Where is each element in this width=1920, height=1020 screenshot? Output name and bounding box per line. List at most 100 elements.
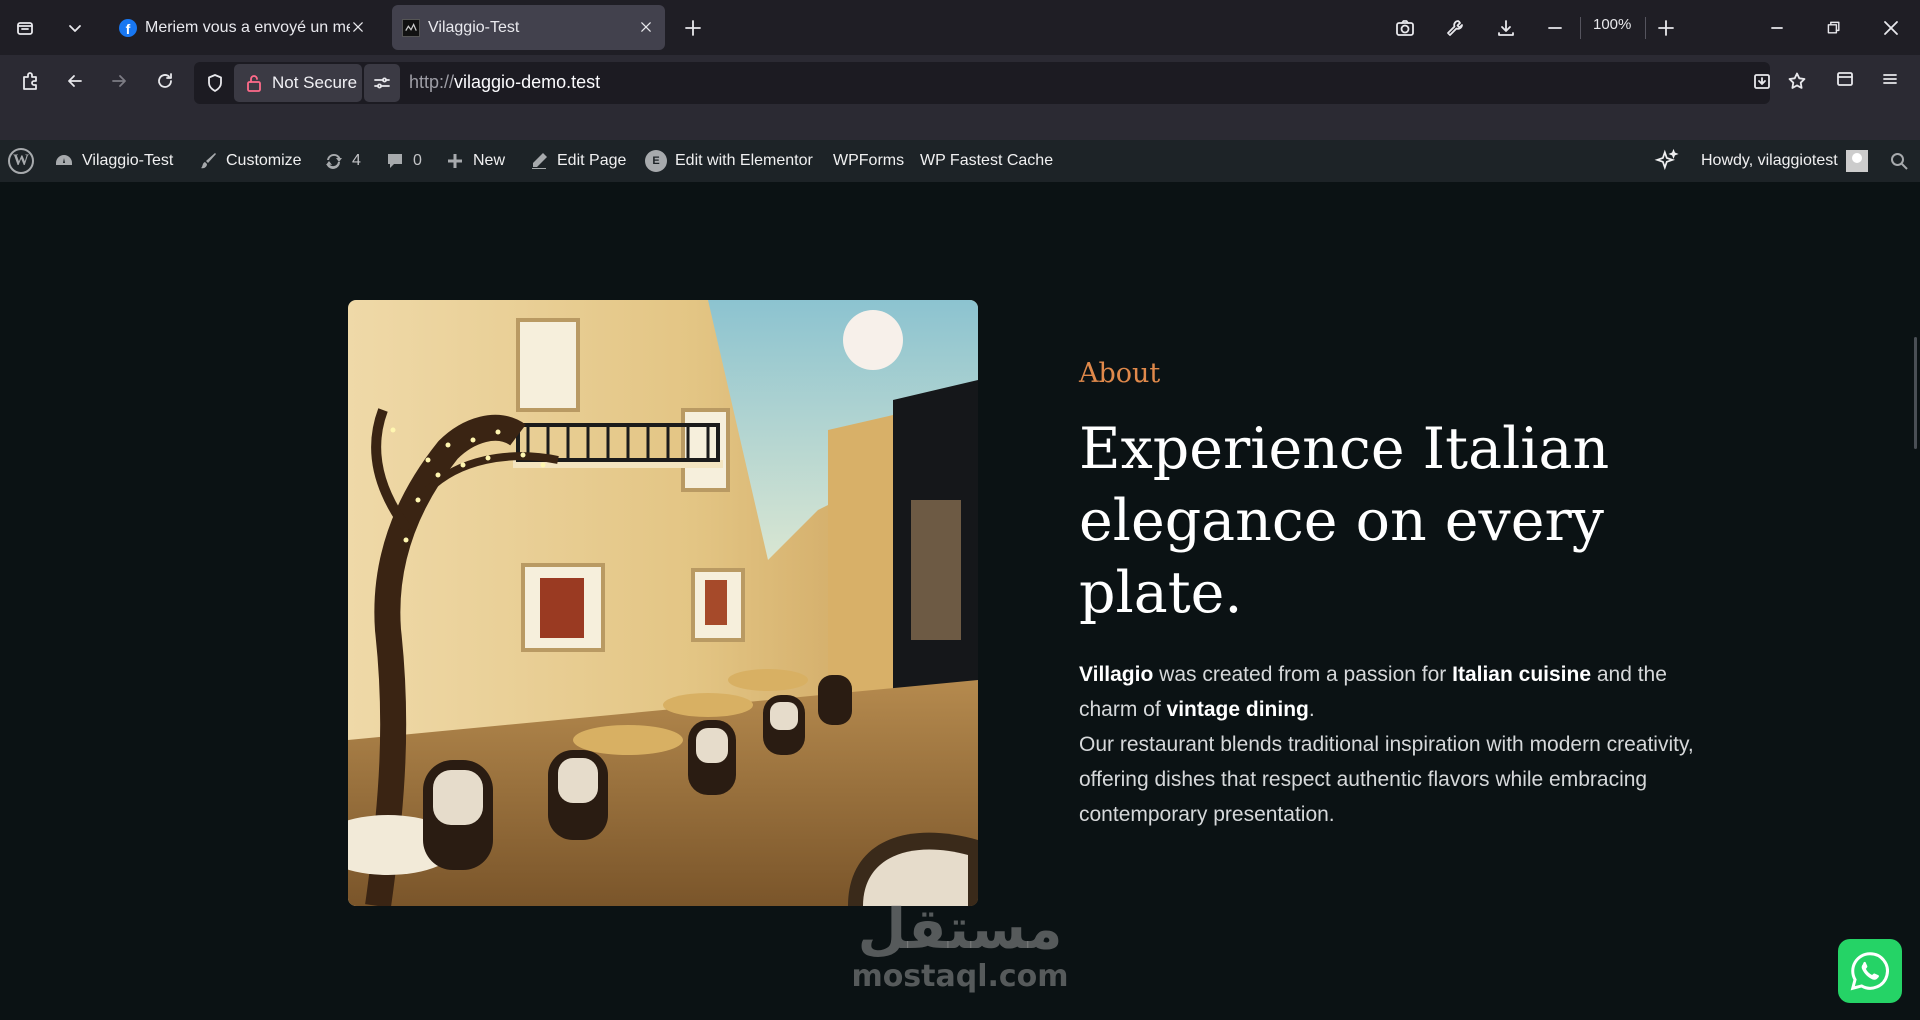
watermark: مستقل mostaql.com [830,900,1090,994]
chevron-down-icon[interactable] [55,8,95,48]
restaurant-photo [348,300,978,906]
minimize-button[interactable] [1757,8,1797,48]
tab-facebook[interactable]: f Meriem vous a envoyé un mess [109,5,377,50]
customize-link[interactable]: Customize [198,140,302,182]
site-security-button[interactable]: Not Secure [234,64,362,102]
broken-lock-icon [244,73,264,93]
elementor-icon: E [645,150,667,172]
new-content-menu[interactable]: New [445,140,505,182]
watermark-latin: mostaql.com [851,959,1069,994]
security-label: Not Secure [272,73,358,92]
zoom-level[interactable]: 100% [1593,16,1631,33]
arrow-left-icon [65,71,85,91]
tracking-protection-button[interactable] [195,63,235,103]
tab-list-icon[interactable] [5,8,45,48]
search-icon [1891,153,1908,170]
plus-icon [1656,18,1676,38]
scrollbar-thumb[interactable] [1914,337,1917,449]
close-icon[interactable] [349,18,367,36]
sidebar-button[interactable] [1825,59,1865,99]
minimize-icon [1767,18,1787,38]
page-content: About Experience Italian elegance on eve… [0,182,1920,1020]
wp-admin-bar: W Vilaggio-Test Customize 4 0 New Edit P… [0,140,1920,182]
close-icon[interactable] [637,18,655,36]
edit-elementor-label: Edit with Elementor [675,152,813,169]
wp-logo-menu[interactable]: W [8,140,34,182]
save-to-pocket-button[interactable] [1742,61,1782,101]
url-text[interactable]: http://vilaggio-demo.test [409,72,600,93]
back-button[interactable] [55,61,95,101]
facebook-icon: f [119,18,137,37]
tools-button[interactable] [1435,8,1475,48]
pencil-icon [532,153,547,169]
admin-search-button[interactable] [1889,140,1909,182]
site-name: Vilaggio-Test [82,152,174,169]
close-window-button[interactable] [1871,8,1911,48]
customize-label: Customize [226,152,302,169]
section-headline: Experience Italian elegance on every pla… [1079,416,1610,626]
edit-page-link[interactable]: Edit Page [529,140,626,182]
edit-page-label: Edit Page [557,152,627,169]
star-icon [1787,71,1807,91]
restore-icon [1826,20,1842,36]
comments-count: 0 [413,152,422,169]
plus-icon [683,18,703,38]
downloads-button[interactable] [1486,8,1526,48]
about-description: Villagio was created from a passion for … [1079,657,1719,832]
permissions-button[interactable] [364,64,400,102]
wpforms-menu[interactable]: WPForms [833,140,904,182]
download-icon [1496,18,1516,38]
extensions-button[interactable] [10,61,50,101]
reload-icon [155,71,175,91]
restore-button[interactable] [1814,8,1854,48]
avatar [1845,150,1868,172]
forward-button[interactable] [99,61,139,101]
edit-elementor-link[interactable]: E Edit with Elementor [645,140,813,182]
sliders-icon [372,73,392,93]
whatsapp-button[interactable] [1838,939,1902,1003]
arrow-right-icon [109,71,129,91]
updates-icon [326,153,342,169]
site-icon [402,18,420,37]
divider [1580,17,1581,39]
howdy-label: Howdy, vilaggiotest [1701,152,1838,169]
comment-icon [388,154,402,168]
ai-assistant-button[interactable] [1654,140,1680,182]
tab-vilaggio[interactable]: Vilaggio-Test [392,5,665,50]
close-icon [1881,18,1901,38]
hamburger-icon [1880,69,1900,89]
updates-link[interactable]: 4 [324,140,361,182]
dashboard-icon [56,155,72,165]
about-paragraph-1: Villagio was created from a passion for … [1079,663,1667,721]
tab-title: Meriem vous a envoyé un mess [145,18,350,36]
sidebar-icon [1835,69,1855,89]
cache-menu[interactable]: WP Fastest Cache [920,140,1053,182]
menu-button[interactable] [1870,59,1910,99]
watermark-arabic: مستقل [857,897,1063,962]
browser-tab-bar: f Meriem vous a envoyé un mess Vilaggio-… [0,0,1920,55]
minus-icon [1545,18,1565,38]
account-menu[interactable]: Howdy, vilaggiotest [1701,140,1868,182]
section-eyebrow: About [1079,358,1161,389]
site-name-menu[interactable]: Vilaggio-Test [54,140,173,182]
camera-icon [1395,18,1415,38]
browser-nav-bar: Not Secure http://vilaggio-demo.test [0,55,1920,140]
bookmark-button[interactable] [1777,61,1817,101]
sparkle-icon [1654,148,1679,171]
wrench-icon [1445,18,1465,38]
cache-label: WP Fastest Cache [920,152,1054,169]
tab-title: Vilaggio-Test [428,18,520,36]
wpforms-label: WPForms [833,152,905,169]
download-to-icon [1752,71,1772,91]
comments-link[interactable]: 0 [385,140,422,182]
wordpress-icon: W [8,148,34,174]
puzzle-icon [20,71,40,91]
updates-count: 4 [352,152,361,169]
reload-button[interactable] [145,61,185,101]
new-tab-button[interactable] [673,8,713,48]
zoom-out-button[interactable] [1535,8,1575,48]
screenshot-button[interactable] [1385,8,1425,48]
zoom-in-button[interactable] [1646,8,1686,48]
about-paragraph-2: Our restaurant blends traditional inspir… [1079,733,1694,826]
new-label: New [473,152,506,169]
